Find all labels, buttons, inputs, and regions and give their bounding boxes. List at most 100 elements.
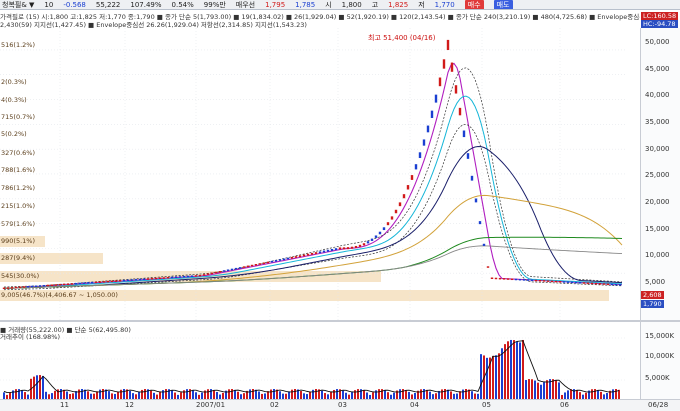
volume-bar — [552, 379, 554, 399]
candle — [158, 277, 162, 280]
volume-bar — [420, 389, 422, 399]
volume-bar — [144, 389, 146, 399]
candle — [246, 265, 250, 268]
volume-bar — [315, 389, 317, 399]
candle — [38, 285, 42, 287]
volume-bar — [192, 390, 194, 399]
quote-field: 1,795 — [265, 0, 286, 9]
moving-average-line — [3, 146, 623, 289]
candle — [134, 279, 138, 281]
volume-bar — [567, 390, 569, 399]
candle — [198, 274, 202, 277]
candle — [138, 278, 142, 281]
candle — [522, 279, 526, 281]
volume-bar — [150, 390, 152, 399]
buy-button[interactable]: 매수 — [464, 0, 484, 9]
candle — [502, 278, 506, 280]
volume-bar — [465, 389, 467, 399]
date-tick: 2007/01 — [196, 401, 226, 409]
volume-bar — [255, 389, 257, 399]
sell-button[interactable]: 매도 — [493, 0, 513, 9]
candle — [506, 278, 510, 280]
volume-bar — [300, 391, 302, 399]
quote-field: 매우선 — [235, 0, 256, 9]
volume-axis: 15,000K 10,000K 5,000K — [640, 322, 680, 399]
candle — [390, 216, 394, 220]
volume-bar — [600, 391, 602, 399]
candle — [298, 255, 302, 258]
last-price-tag: 2,608 — [641, 291, 664, 299]
volume-bar — [165, 389, 167, 399]
volume-bar — [444, 389, 446, 399]
candle — [222, 270, 226, 272]
quote-field: 1,800 — [341, 0, 362, 9]
candle — [250, 264, 254, 267]
quote-field: 1,785 — [295, 0, 316, 9]
candle — [486, 266, 490, 268]
volume-bar — [579, 392, 581, 399]
candle — [218, 271, 222, 273]
volume-tick: 15,000K — [645, 332, 675, 340]
candle — [466, 153, 470, 159]
candle — [226, 269, 230, 271]
candle — [122, 279, 126, 282]
volume-bar — [426, 389, 428, 399]
candle — [534, 279, 538, 282]
candle — [586, 282, 590, 284]
candle — [74, 282, 78, 285]
volume-bar — [162, 390, 164, 399]
volume-bar — [249, 389, 251, 399]
candle — [58, 283, 62, 286]
volume-bar — [534, 380, 536, 399]
volume-bar — [510, 339, 512, 399]
candle — [182, 275, 186, 278]
candle — [114, 280, 118, 282]
candle — [378, 231, 382, 235]
close-price-tag: 1,790 — [641, 300, 664, 308]
volume-bar — [531, 379, 533, 399]
candle — [50, 284, 54, 286]
volume-bar — [558, 382, 560, 399]
volume-bar — [54, 390, 56, 399]
candle — [202, 274, 206, 276]
candle — [66, 283, 70, 285]
volume-bar — [537, 382, 539, 399]
price-axis: 50,000 45,000 40,000 35,000 30,000 25,00… — [640, 28, 680, 320]
candle — [174, 276, 178, 278]
volume-bar — [288, 391, 290, 399]
candle — [210, 272, 214, 275]
price-tick: 5,000 — [645, 278, 666, 286]
candle — [230, 268, 234, 271]
volume-bar — [429, 391, 431, 399]
volume-bar — [33, 376, 35, 399]
volume-bar — [354, 390, 356, 399]
volume-bar — [159, 392, 161, 399]
volume-bar — [612, 389, 614, 399]
stock-name[interactable]: 청복필& ▼ — [2, 0, 34, 9]
candle — [362, 243, 366, 246]
candle — [394, 209, 398, 214]
volume-bar — [546, 380, 548, 399]
candle — [474, 198, 478, 203]
price-chart[interactable]: 최고 51,400 (04/16) — [0, 28, 640, 320]
volume-bar — [591, 389, 593, 399]
candle — [618, 284, 622, 286]
candle — [14, 286, 18, 289]
volume-bar — [87, 391, 89, 399]
candle — [470, 175, 474, 181]
volume-bar — [480, 354, 482, 399]
candle — [90, 281, 94, 284]
candle — [126, 279, 130, 282]
volume-bar — [213, 390, 215, 399]
candle — [330, 248, 334, 251]
peak-annotation: 최고 51,400 (04/16) — [368, 33, 436, 42]
volume-bar — [501, 348, 503, 399]
volume-bar — [486, 357, 488, 399]
candle — [166, 276, 170, 279]
volume-bar — [81, 389, 83, 399]
volume-bar — [519, 342, 521, 399]
candle — [358, 244, 362, 247]
candle — [462, 130, 466, 138]
candle — [170, 276, 174, 279]
lc-tag: LC:160.58 — [641, 12, 679, 20]
